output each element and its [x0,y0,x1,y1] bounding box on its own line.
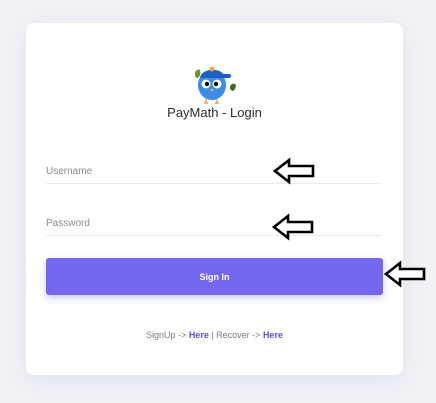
left-arrow-icon [273,157,315,185]
recover-text: | Recover -> [208,330,263,340]
password-input[interactable] [46,211,382,236]
page-title: PayMath - Login [167,105,262,120]
username-input[interactable] [46,159,382,184]
footer-links: SignUp -> Here | Recover -> Here [26,330,403,340]
signin-button[interactable]: Sign In [46,258,383,295]
left-arrow-icon [384,260,426,288]
signup-text: SignUp -> [146,330,189,340]
signup-link[interactable]: Here [189,330,209,340]
login-card: PayMath - Login Sign In SignUp -> Here |… [26,23,403,375]
bird-mascot-icon [194,66,236,104]
recover-link[interactable]: Here [263,330,283,340]
left-arrow-icon [272,213,314,241]
login-page: PayMath - Login Sign In SignUp -> Here |… [0,0,436,403]
